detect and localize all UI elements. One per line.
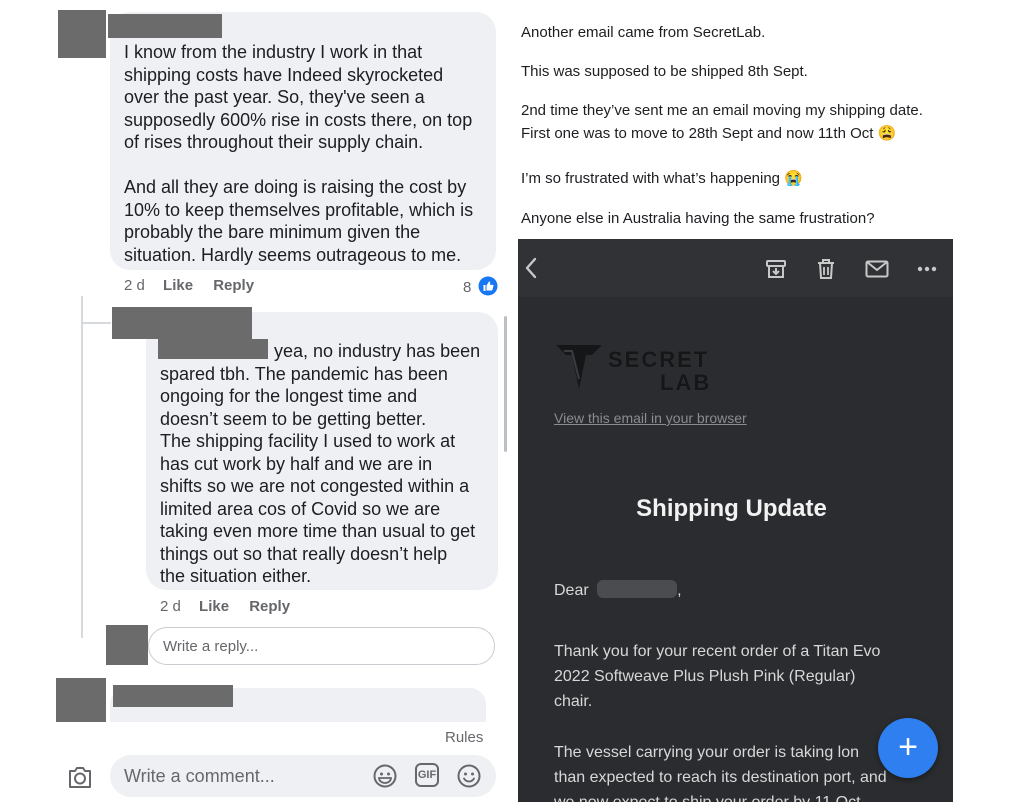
comment-input[interactable]: Write a comment... GIF xyxy=(110,755,496,797)
emoji-icon[interactable] xyxy=(456,763,482,789)
thread-line xyxy=(81,296,83,638)
camera-icon[interactable] xyxy=(66,764,94,790)
email-heading: Shipping Update xyxy=(636,495,827,522)
redacted-name xyxy=(597,580,678,598)
avatar[interactable] xyxy=(112,307,252,339)
email-toolbar xyxy=(518,239,953,297)
mail-icon[interactable] xyxy=(865,260,889,278)
post-line: I’m so frustrated with what’s happening … xyxy=(521,170,803,187)
trash-icon[interactable] xyxy=(816,258,836,280)
post-line: This was supposed to be shipped 8th Sept… xyxy=(521,63,808,80)
plus-icon: + xyxy=(898,728,918,766)
back-icon[interactable] xyxy=(524,256,538,280)
email-screenshot: SECRET LAB View this email in your brows… xyxy=(518,239,953,802)
sticker-icon[interactable] xyxy=(372,763,398,789)
comment-text: I know from the industry I work in that … xyxy=(124,42,474,265)
post-line: Anyone else in Australia having the same… xyxy=(521,210,875,227)
comment-placeholder: Write a comment... xyxy=(124,766,275,786)
reply-text: yea, no industry has been spared tbh. Th… xyxy=(160,341,481,586)
post-line: First one was to move to 28th Sept and n… xyxy=(521,125,897,142)
reply-link[interactable]: Reply xyxy=(249,598,290,615)
avatar[interactable] xyxy=(56,678,106,722)
like-link[interactable]: Like xyxy=(199,598,229,615)
archive-icon[interactable] xyxy=(765,258,787,280)
like-link[interactable]: Like xyxy=(163,277,193,294)
more-icon[interactable] xyxy=(917,266,937,272)
timestamp: 2 d xyxy=(124,277,145,294)
reply-meta: 2 d Like Reply xyxy=(160,598,290,615)
reaction-count[interactable]: 8 xyxy=(463,276,498,296)
thread-connector xyxy=(81,322,111,324)
compose-fab[interactable]: + xyxy=(878,718,938,778)
comments-panel: I know from the industry I work in that … xyxy=(0,0,510,802)
reply-link[interactable]: Reply xyxy=(213,277,254,294)
email-body: SECRET LAB View this email in your brows… xyxy=(518,297,953,802)
avatar[interactable] xyxy=(58,10,106,58)
redacted-name xyxy=(113,685,233,707)
post-line: Another email came from SecretLab. xyxy=(521,24,766,41)
redacted-name xyxy=(108,14,222,38)
avatar xyxy=(106,625,148,665)
comment-meta: 2 d Like Reply xyxy=(124,277,254,294)
reply-scrollbar[interactable] xyxy=(504,316,507,452)
post-line: 2nd time they’ve sent me an email moving… xyxy=(521,102,923,119)
view-in-browser-link[interactable]: View this email in your browser xyxy=(554,410,747,426)
like-reaction-icon xyxy=(478,276,498,296)
secretlab-logo-icon xyxy=(554,341,604,393)
reply-input[interactable]: Write a reply... xyxy=(148,627,495,665)
rules-link[interactable]: Rules xyxy=(445,729,483,746)
reply-placeholder: Write a reply... xyxy=(163,638,259,655)
gif-icon[interactable]: GIF xyxy=(415,763,439,787)
logo-text-bottom: LAB xyxy=(660,370,712,395)
greeting: Dear , xyxy=(554,580,682,599)
email-paragraph: Thank you for your recent order of a Tit… xyxy=(554,643,881,710)
email-paragraph: The vessel carrying your order is taking… xyxy=(554,744,887,802)
timestamp: 2 d xyxy=(160,598,181,615)
